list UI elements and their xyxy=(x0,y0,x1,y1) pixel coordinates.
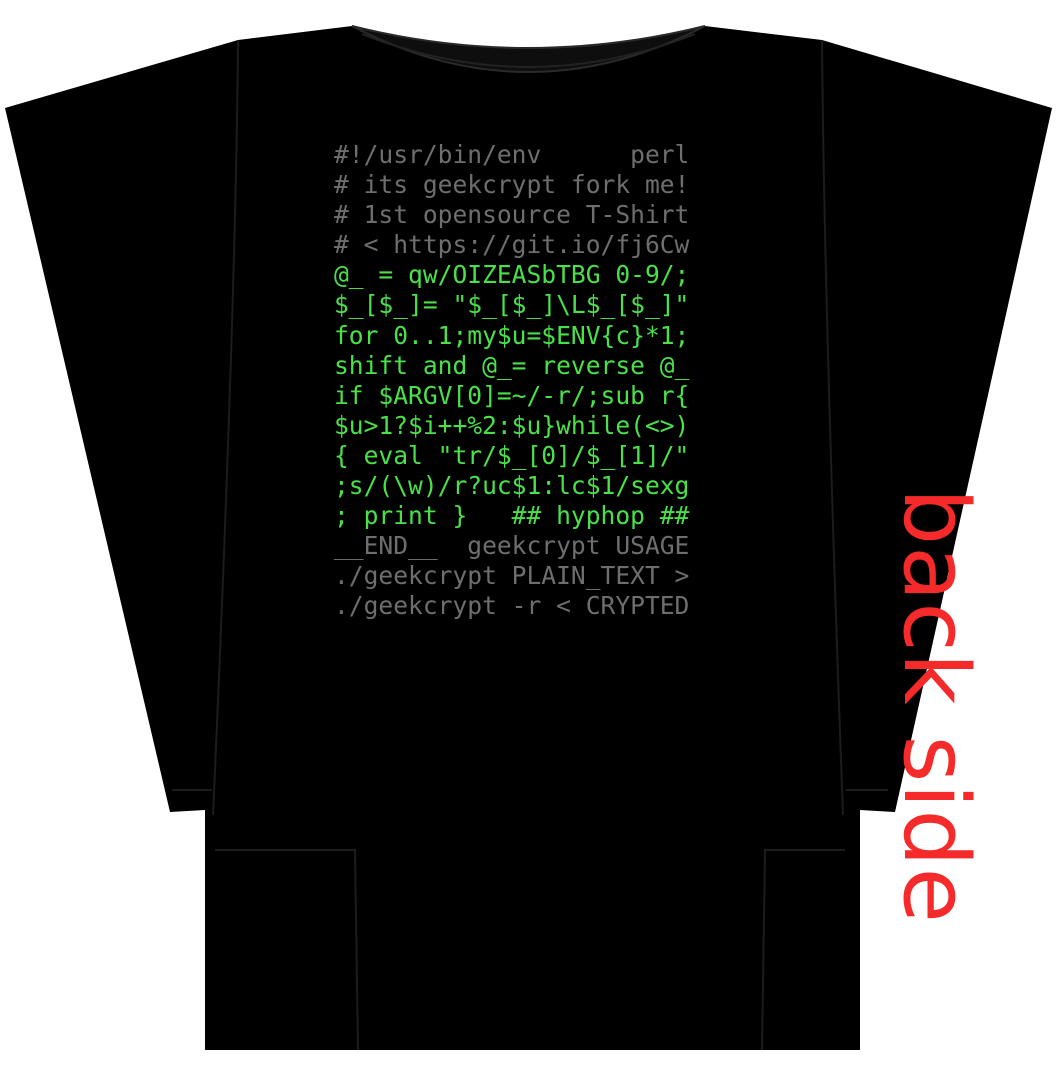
code-line: shift and @_= reverse @_ xyxy=(334,350,690,380)
perl-code-print: #!/usr/bin/env perl # its geekcrypt fork … xyxy=(334,140,754,622)
code-line: @_ = qw/OIZEASbTBG 0-9/; xyxy=(334,260,690,290)
code-line: if $ARGV[0]=~/-r/;sub r{ xyxy=(334,380,690,410)
code-line: ./geekcrypt -r < CRYPTED xyxy=(334,591,690,621)
code-line: #!/usr/bin/env perl xyxy=(334,140,690,169)
code-line: for 0..1;my$u=$ENV{c}*1; xyxy=(334,320,690,350)
code-line: # < https://git.io/fj6Cw xyxy=(334,230,690,260)
code-line: ; print } ## hyphop ## xyxy=(334,501,690,531)
code-line: __END__ geekcrypt USAGE xyxy=(334,531,690,561)
code-line: ;s/(\w)/r?uc$1:lc$1/sexg xyxy=(334,471,690,501)
code-line: ./geekcrypt PLAIN_TEXT > xyxy=(334,561,690,591)
code-line: # its geekcrypt fork me! xyxy=(334,170,690,200)
back-side-label: back side xyxy=(883,488,988,924)
code-line: $_[$_]= "$_[$_]\L$_[$_]" xyxy=(334,290,690,320)
code-line: $u>1?$i++%2:$u}while(<>) xyxy=(334,410,690,440)
code-line: # 1st opensource T-Shirt xyxy=(334,200,690,230)
code-line: { eval "tr/$_[0]/$_[1]/" xyxy=(334,440,690,470)
